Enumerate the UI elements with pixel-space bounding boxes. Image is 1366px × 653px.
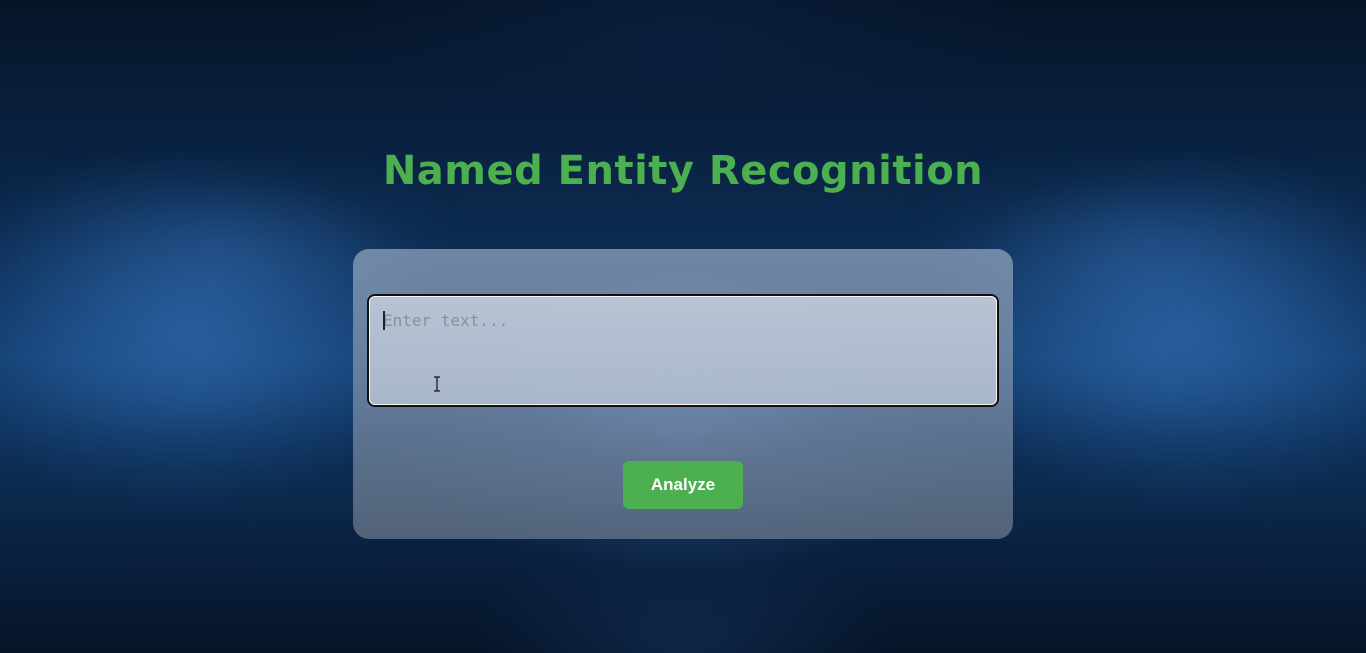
- text-input[interactable]: [367, 294, 999, 407]
- page-title: Named Entity Recognition: [382, 148, 984, 194]
- ner-form-card: Analyze: [353, 249, 1013, 539]
- text-caret: [383, 311, 385, 330]
- text-cursor-icon: [434, 376, 440, 392]
- analyze-button[interactable]: Analyze: [623, 461, 743, 509]
